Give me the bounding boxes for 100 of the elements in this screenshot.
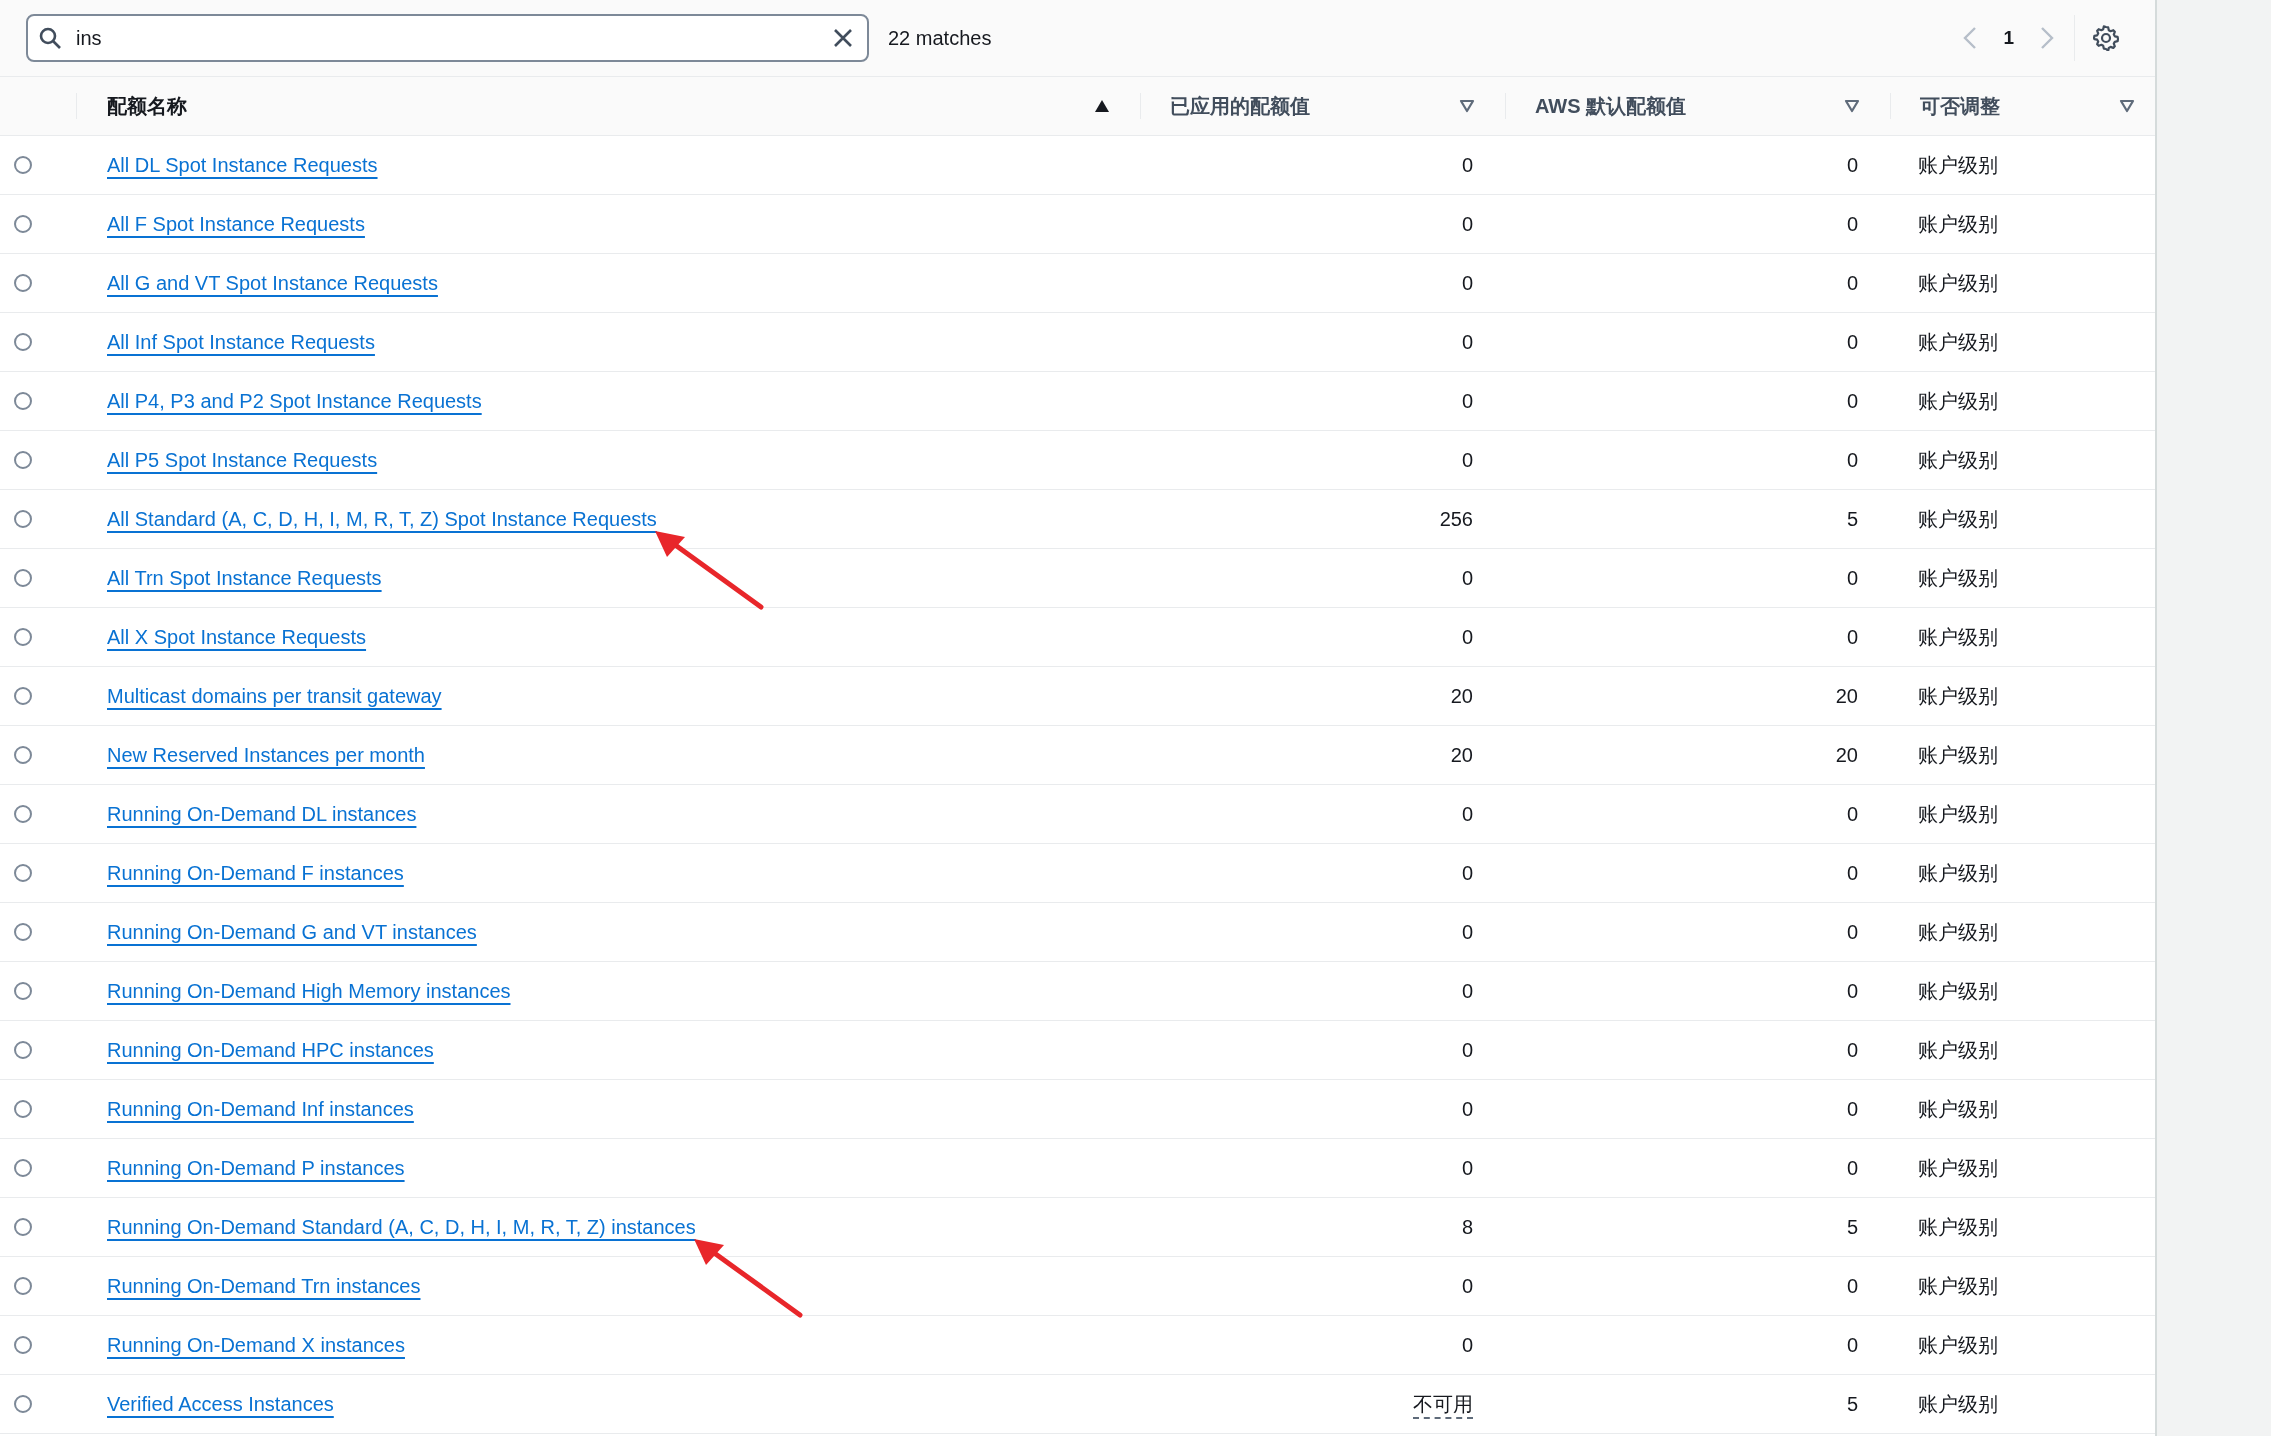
applied-value: 0	[1461, 389, 1473, 412]
column-header[interactable]: 已应用的配额值	[1170, 92, 1459, 120]
applied-value: 20	[1450, 684, 1473, 707]
sort-icon[interactable]	[1459, 99, 1475, 113]
default-value: 0	[1846, 861, 1858, 884]
clear-icon[interactable]	[833, 28, 853, 48]
quota-name-link[interactable]: All F Spot Instance Requests	[107, 212, 365, 235]
quota-name-link[interactable]: All Inf Spot Instance Requests	[107, 330, 375, 353]
column-header[interactable]: 配额名称	[107, 92, 1094, 120]
radio-button[interactable]	[14, 215, 32, 233]
radio-button[interactable]	[14, 510, 32, 528]
radio-button[interactable]	[14, 1041, 32, 1059]
applied-value: 0	[1461, 920, 1473, 943]
default-value: 5	[1846, 507, 1858, 530]
quota-name-link[interactable]: Running On-Demand HPC instances	[107, 1038, 434, 1061]
radio-button[interactable]	[14, 569, 32, 587]
applied-value: 0	[1461, 153, 1473, 176]
radio-button[interactable]	[14, 451, 32, 469]
adjustability-text: 账户级别	[1918, 625, 1998, 648]
search-icon	[38, 26, 62, 50]
default-value: 0	[1846, 566, 1858, 589]
applied-value: 0	[1461, 1038, 1473, 1061]
radio-button[interactable]	[14, 923, 32, 941]
quota-name-link[interactable]: All P5 Spot Instance Requests	[107, 448, 378, 471]
applied-value: 0	[1461, 802, 1473, 825]
radio-button[interactable]	[14, 1395, 32, 1413]
radio-button[interactable]	[14, 333, 32, 351]
quota-name-link[interactable]: All Standard (A, C, D, H, I, M, R, T, Z) Spot Instance Requests	[107, 507, 657, 530]
applied-value: 0	[1461, 566, 1473, 589]
page-number[interactable]: 1	[1993, 23, 2024, 53]
adjustability-text: 账户级别	[1918, 271, 1998, 294]
applied-value: 0	[1461, 1097, 1473, 1120]
quota-name-link[interactable]: Running On-Demand Standard (A, C, D, H, I, M, R, T, Z) instances	[107, 1215, 696, 1238]
sort-ascending-icon[interactable]	[1094, 99, 1110, 113]
adjustability-text: 账户级别	[1918, 330, 1998, 353]
adjustability-text: 账户级别	[1918, 507, 1998, 530]
radio-button[interactable]	[14, 1218, 32, 1236]
default-value: 0	[1846, 920, 1858, 943]
default-value: 5	[1846, 1215, 1858, 1238]
radio-button[interactable]	[14, 1100, 32, 1118]
default-value: 0	[1846, 1274, 1858, 1297]
settings-icon[interactable]	[2093, 25, 2119, 51]
adjustability-text: 账户级别	[1918, 684, 1998, 707]
quota-name-link[interactable]: Running On-Demand DL instances	[107, 802, 417, 825]
default-value: 0	[1846, 271, 1858, 294]
column-header[interactable]: AWS 默认配额值	[1535, 92, 1844, 120]
applied-value[interactable]: 不可用	[1413, 1392, 1473, 1419]
default-value: 0	[1846, 330, 1858, 353]
column-header[interactable]: 可否调整	[1920, 92, 2119, 120]
quota-name-link[interactable]: Multicast domains per transit gateway	[107, 684, 442, 707]
radio-button[interactable]	[14, 864, 32, 882]
adjustability-text: 账户级别	[1918, 389, 1998, 412]
match-count: 22 matches	[888, 26, 992, 50]
quota-name-link[interactable]: Running On-Demand G and VT instances	[107, 920, 477, 943]
adjustability-text: 账户级别	[1918, 1156, 1998, 1179]
radio-button[interactable]	[14, 805, 32, 823]
adjustability-text: 账户级别	[1918, 1392, 1998, 1415]
adjustability-text: 账户级别	[1918, 1333, 1998, 1356]
radio-button[interactable]	[14, 628, 32, 646]
applied-value: 0	[1461, 448, 1473, 471]
applied-value: 8	[1461, 1215, 1473, 1238]
default-value: 0	[1846, 1156, 1858, 1179]
default-value: 0	[1846, 802, 1858, 825]
default-value: 0	[1846, 1097, 1858, 1120]
quota-name-link[interactable]: All P4, P3 and P2 Spot Instance Requests	[107, 389, 482, 412]
quota-name-link[interactable]: Running On-Demand F instances	[107, 861, 404, 884]
quota-name-link[interactable]: Running On-Demand High Memory instances	[107, 979, 511, 1002]
adjustability-text: 账户级别	[1918, 861, 1998, 884]
radio-button[interactable]	[14, 982, 32, 1000]
quota-name-link[interactable]: All X Spot Instance Requests	[107, 625, 367, 648]
radio-button[interactable]	[14, 746, 32, 764]
radio-button[interactable]	[14, 1336, 32, 1354]
radio-button[interactable]	[14, 156, 32, 174]
sort-icon[interactable]	[1844, 99, 1860, 113]
quota-name-link[interactable]: All Trn Spot Instance Requests	[107, 566, 382, 589]
radio-button[interactable]	[14, 1277, 32, 1295]
sort-icon[interactable]	[2119, 99, 2135, 113]
quota-name-link[interactable]: Running On-Demand P instances	[107, 1156, 405, 1179]
applied-value: 0	[1461, 1274, 1473, 1297]
quota-name-link[interactable]: All DL Spot Instance Requests	[107, 153, 378, 176]
radio-button[interactable]	[14, 687, 32, 705]
quota-name-link[interactable]: All G and VT Spot Instance Requests	[107, 271, 438, 294]
radio-button[interactable]	[14, 392, 32, 410]
radio-button[interactable]	[14, 274, 32, 292]
default-value: 0	[1846, 212, 1858, 235]
default-value: 0	[1846, 389, 1858, 412]
adjustability-text: 账户级别	[1918, 1038, 1998, 1061]
search-field[interactable]: ins	[26, 14, 869, 62]
adjustability-text: 账户级别	[1918, 153, 1998, 176]
adjustability-text: 账户级别	[1918, 1215, 1998, 1238]
quota-name-link[interactable]: Running On-Demand Inf instances	[107, 1097, 414, 1120]
quota-name-link[interactable]: Verified Access Instances	[107, 1392, 334, 1415]
quota-name-link[interactable]: Running On-Demand X instances	[107, 1333, 405, 1356]
adjustability-text: 账户级别	[1918, 802, 1998, 825]
radio-button[interactable]	[14, 1159, 32, 1177]
quota-name-link[interactable]: Running On-Demand Trn instances	[107, 1274, 421, 1297]
applied-value: 0	[1461, 271, 1473, 294]
quota-name-link[interactable]: New Reserved Instances per month	[107, 743, 425, 766]
applied-value: 20	[1450, 743, 1473, 766]
default-value: 20	[1835, 684, 1858, 707]
